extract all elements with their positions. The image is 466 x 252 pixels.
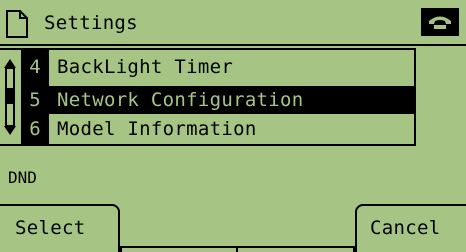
menu-item-number: 4 <box>29 56 41 78</box>
page-title: Settings <box>44 12 138 34</box>
header-divider <box>0 44 466 46</box>
menu-item-label: Model Information <box>57 118 257 140</box>
softkey-slot <box>236 246 355 252</box>
status-text: DND <box>8 168 37 187</box>
menu-item-number: 5 <box>29 89 41 111</box>
select-softkey[interactable]: Select <box>0 204 120 252</box>
menu-item-backlight-timer[interactable]: 4 BackLight Timer <box>21 53 416 81</box>
scroll-arrows-icon[interactable] <box>3 58 17 136</box>
menu-item-model-information[interactable]: 6 Model Information <box>21 115 416 143</box>
softkey-slot <box>120 246 236 252</box>
menu-item-label: BackLight Timer <box>57 56 234 78</box>
menu-item-label: Network Configuration <box>57 89 304 111</box>
phone-screen: Settings 4 BackLight Timer 5 Network Con… <box>0 0 466 252</box>
phone-handset-icon <box>421 8 459 36</box>
menu-item-network-configuration[interactable]: 5 Network Configuration <box>21 86 416 114</box>
menu-item-number: 6 <box>29 118 41 140</box>
document-icon <box>6 10 28 38</box>
cancel-softkey[interactable]: Cancel <box>355 204 466 252</box>
